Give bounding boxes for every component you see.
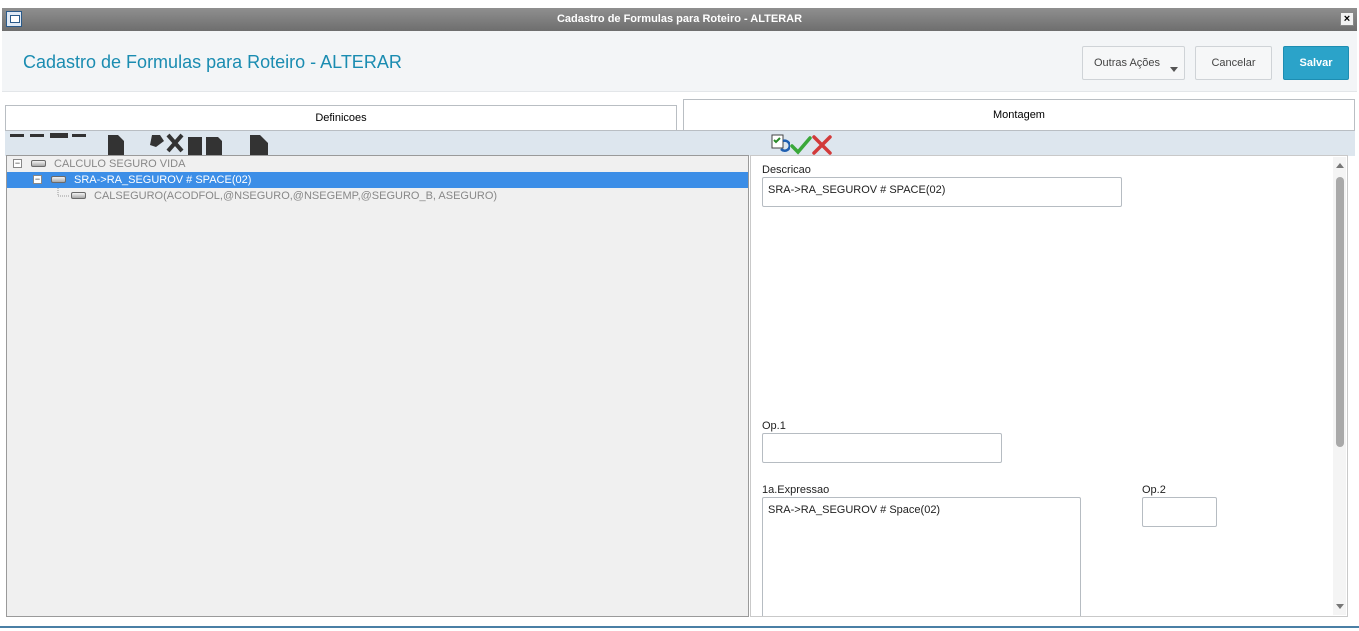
collapse-icon[interactable]: − <box>13 159 22 168</box>
descricao-field[interactable]: SRA->RA_SEGUROV # SPACE(02) <box>762 177 1122 207</box>
page-header: Cadastro de Formulas para Roteiro - ALTE… <box>2 31 1357 92</box>
op2-field[interactable] <box>1142 497 1217 527</box>
tab-definicoes[interactable]: Definicoes <box>5 105 677 130</box>
toolbar-glyph-strip <box>10 133 268 155</box>
tree-connector <box>57 188 70 197</box>
cancel-button[interactable]: Cancelar <box>1195 46 1272 80</box>
scrollbar-thumb[interactable] <box>1336 177 1344 447</box>
tree-node-leaf[interactable]: CALSEGURO(ACODFOL,@NSEGURO,@NSEGEMP,@SEG… <box>7 188 748 204</box>
tree-node-label: CALCULO SEGURO VIDA <box>54 158 186 170</box>
node-icon <box>51 176 66 183</box>
check-icon[interactable] <box>790 134 812 156</box>
tab-montagem-label: Montagem <box>993 109 1045 121</box>
tree-node-selected[interactable]: − SRA->RA_SEGUROV # SPACE(02) <box>7 172 748 188</box>
tab-montagem[interactable]: Montagem <box>683 99 1355 130</box>
node-icon <box>31 160 46 167</box>
tree-node-root[interactable]: − CALCULO SEGURO VIDA <box>7 156 748 172</box>
outras-acoes-label: Outras Ações <box>1094 57 1161 69</box>
descricao-label: Descricao <box>762 164 811 176</box>
op1-field[interactable] <box>762 433 1002 463</box>
tree-node-label: CALSEGURO(ACODFOL,@NSEGURO,@NSEGEMP,@SEG… <box>94 190 498 202</box>
scroll-down-icon[interactable] <box>1336 604 1344 609</box>
collapse-icon[interactable]: − <box>33 175 42 184</box>
tree-toolbar <box>5 130 1355 156</box>
window-titlebar: Cadastro de Formulas para Roteiro - ALTE… <box>2 8 1357 31</box>
form-panel: Descricao SRA->RA_SEGUROV # SPACE(02) Op… <box>750 155 1348 617</box>
checklist-icon[interactable] <box>770 133 790 153</box>
page-title: Cadastro de Formulas para Roteiro - ALTE… <box>23 52 402 72</box>
op2-label: Op.2 <box>1142 484 1166 496</box>
expressao-label: 1a.Expressao <box>762 484 830 496</box>
tree-node-label: SRA->RA_SEGUROV # SPACE(02) <box>74 174 252 186</box>
form-scrollbar[interactable] <box>1333 157 1346 615</box>
scroll-up-icon[interactable] <box>1336 163 1344 168</box>
expressao-textarea[interactable]: SRA->RA_SEGUROV # Space(02) <box>762 497 1081 616</box>
chevron-down-icon <box>1170 67 1178 72</box>
tab-definicoes-label: Definicoes <box>315 112 367 124</box>
close-icon[interactable]: × <box>1340 12 1354 26</box>
node-icon <box>71 192 86 199</box>
outras-acoes-button[interactable]: Outras Ações <box>1082 46 1185 80</box>
window-app-icon <box>6 11 22 27</box>
save-button[interactable]: Salvar <box>1283 46 1349 80</box>
window-bottom-border <box>0 626 1359 628</box>
x-icon[interactable] <box>811 134 833 156</box>
window-title: Cadastro de Formulas para Roteiro - ALTE… <box>556 13 803 25</box>
formula-tree[interactable]: − CALCULO SEGURO VIDA − SRA->RA_SEGUROV … <box>6 155 749 617</box>
op1-label: Op.1 <box>762 420 786 432</box>
